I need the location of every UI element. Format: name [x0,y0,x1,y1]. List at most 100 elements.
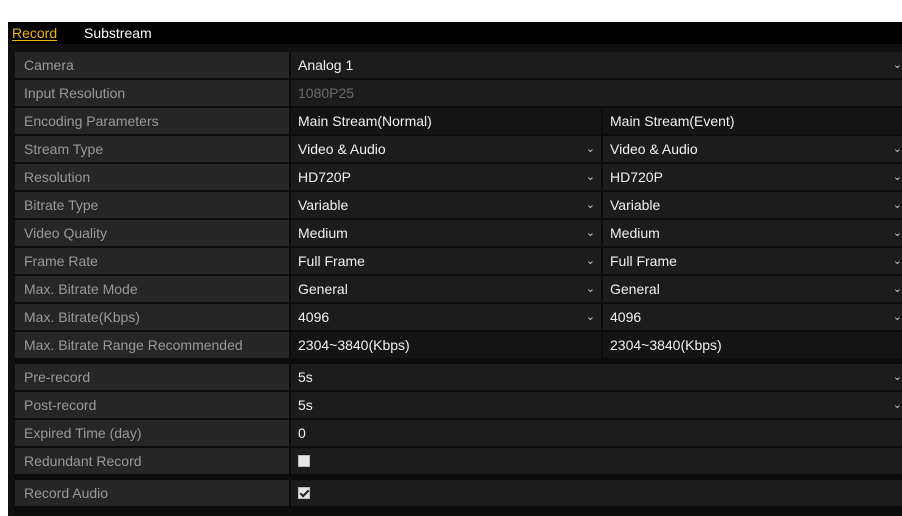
redundant-record-cell [291,448,902,474]
record-audio-label: Record Audio [15,480,289,506]
video-quality-event-select[interactable]: Medium ⌄ [603,220,902,246]
bitrate-type-normal-value: Variable [298,197,349,213]
video-quality-label: Video Quality [15,220,289,246]
frame-rate-normal-select[interactable]: Full Frame ⌄ [291,248,601,274]
max-bitrate-normal-select[interactable]: 4096 ⌄ [291,304,601,330]
video-quality-normal-select[interactable]: Medium ⌄ [291,220,601,246]
max-bitrate-normal-value: 4096 [298,309,330,325]
input-resolution-label: Input Resolution [15,80,289,106]
expired-time-input[interactable]: 0 [291,420,902,446]
row-post-record: Post-record 5s ⌄ [15,392,902,418]
max-bitrate-event-select[interactable]: 4096 ⌄ [603,304,902,330]
frame-rate-event-value: Full Frame [610,253,677,269]
chevron-down-icon: ⌄ [892,143,902,155]
stream-type-normal-value: Video & Audio [298,141,386,157]
resolution-label: Resolution [15,164,289,190]
encoding-parameters-label: Encoding Parameters [15,108,289,134]
stream-type-normal-select[interactable]: Video & Audio ⌄ [291,136,601,162]
resolution-normal-select[interactable]: HD720P ⌄ [291,164,601,190]
row-resolution: Resolution HD720P ⌄ HD720P ⌄ [15,164,902,190]
post-record-value: 5s [298,397,313,413]
max-bitrate-mode-label: Max. Bitrate Mode [15,276,289,302]
stream-type-event-value: Video & Audio [610,141,698,157]
input-resolution-value: 1080P25 [291,80,902,106]
camera-select[interactable]: Analog 1 ⌄ [291,52,902,78]
bitrate-type-event-value: Variable [610,197,661,213]
chevron-down-icon: ⌄ [892,311,902,323]
record-audio-cell [291,480,902,506]
video-quality-normal-value: Medium [298,225,348,241]
frame-rate-normal-value: Full Frame [298,253,365,269]
record-settings-screen: Record Substream Camera Analog 1 ⌄ Input… [8,22,902,516]
redundant-record-label: Redundant Record [15,448,289,474]
row-bitrate-type: Bitrate Type Variable ⌄ Variable ⌄ [15,192,902,218]
max-bitrate-label: Max. Bitrate(Kbps) [15,304,289,330]
row-redundant-record: Redundant Record [15,448,902,474]
row-max-bitrate-range: Max. Bitrate Range Recommended 2304~3840… [15,332,902,358]
pre-record-value: 5s [298,369,313,385]
chevron-down-icon: ⌄ [892,199,902,211]
row-expired-time: Expired Time (day) 0 [15,420,902,446]
tab-bar: Record Substream [8,22,902,44]
record-parameters-panel: Camera Analog 1 ⌄ Input Resolution 1080P… [15,52,902,516]
post-record-label: Post-record [15,392,289,418]
resolution-event-value: HD720P [610,169,663,185]
record-audio-checkbox[interactable] [298,487,310,499]
max-bitrate-mode-normal-value: General [298,281,348,297]
chevron-down-icon: ⌄ [892,283,902,295]
bitrate-type-label: Bitrate Type [15,192,289,218]
row-max-bitrate: Max. Bitrate(Kbps) 4096 ⌄ 4096 ⌄ [15,304,902,330]
section-divider [15,474,902,478]
video-quality-event-value: Medium [610,225,660,241]
chevron-down-icon: ⌄ [892,371,902,383]
camera-value: Analog 1 [298,57,354,73]
section-divider [15,358,902,362]
stream-type-event-select[interactable]: Video & Audio ⌄ [603,136,902,162]
max-bitrate-mode-event-select[interactable]: General ⌄ [603,276,902,302]
resolution-normal-value: HD720P [298,169,351,185]
chevron-down-icon: ⌄ [585,227,595,239]
expired-time-label: Expired Time (day) [15,420,289,446]
row-input-resolution: Input Resolution 1080P25 [15,80,902,106]
post-record-select[interactable]: 5s ⌄ [291,392,902,418]
chevron-down-icon: ⌄ [585,199,595,211]
frame-rate-event-select[interactable]: Full Frame ⌄ [603,248,902,274]
row-pre-record: Pre-record 5s ⌄ [15,364,902,390]
resolution-event-select[interactable]: HD720P ⌄ [603,164,902,190]
pre-record-label: Pre-record [15,364,289,390]
bitrate-type-normal-select[interactable]: Variable ⌄ [291,192,601,218]
tab-substream[interactable]: Substream [84,24,152,42]
chevron-down-icon: ⌄ [585,255,595,267]
main-stream-normal-header: Main Stream(Normal) [291,108,601,134]
row-encoding-parameters: Encoding Parameters Main Stream(Normal) … [15,108,902,134]
camera-label: Camera [15,52,289,78]
max-bitrate-range-label: Max. Bitrate Range Recommended [15,332,289,358]
row-stream-type: Stream Type Video & Audio ⌄ Video & Audi… [15,136,902,162]
chevron-down-icon: ⌄ [892,399,902,411]
max-bitrate-range-normal-value: 2304~3840(Kbps) [291,332,601,358]
bitrate-type-event-select[interactable]: Variable ⌄ [603,192,902,218]
main-stream-event-header: Main Stream(Event) [603,108,902,134]
row-max-bitrate-mode: Max. Bitrate Mode General ⌄ General ⌄ [15,276,902,302]
max-bitrate-mode-event-value: General [610,281,660,297]
chevron-down-icon: ⌄ [892,59,902,71]
chevron-down-icon: ⌄ [585,143,595,155]
max-bitrate-range-event-value: 2304~3840(Kbps) [603,332,902,358]
row-record-audio: Record Audio [15,480,902,506]
max-bitrate-mode-normal-select[interactable]: General ⌄ [291,276,601,302]
redundant-record-checkbox[interactable] [298,455,310,467]
row-frame-rate: Frame Rate Full Frame ⌄ Full Frame ⌄ [15,248,902,274]
row-video-quality: Video Quality Medium ⌄ Medium ⌄ [15,220,902,246]
stream-type-label: Stream Type [15,136,289,162]
chevron-down-icon: ⌄ [585,283,595,295]
chevron-down-icon: ⌄ [892,255,902,267]
frame-rate-label: Frame Rate [15,248,289,274]
tab-record[interactable]: Record [12,24,57,42]
row-camera: Camera Analog 1 ⌄ [15,52,902,78]
pre-record-select[interactable]: 5s ⌄ [291,364,902,390]
chevron-down-icon: ⌄ [892,227,902,239]
chevron-down-icon: ⌄ [892,171,902,183]
chevron-down-icon: ⌄ [585,171,595,183]
chevron-down-icon: ⌄ [585,311,595,323]
max-bitrate-event-value: 4096 [610,309,642,325]
